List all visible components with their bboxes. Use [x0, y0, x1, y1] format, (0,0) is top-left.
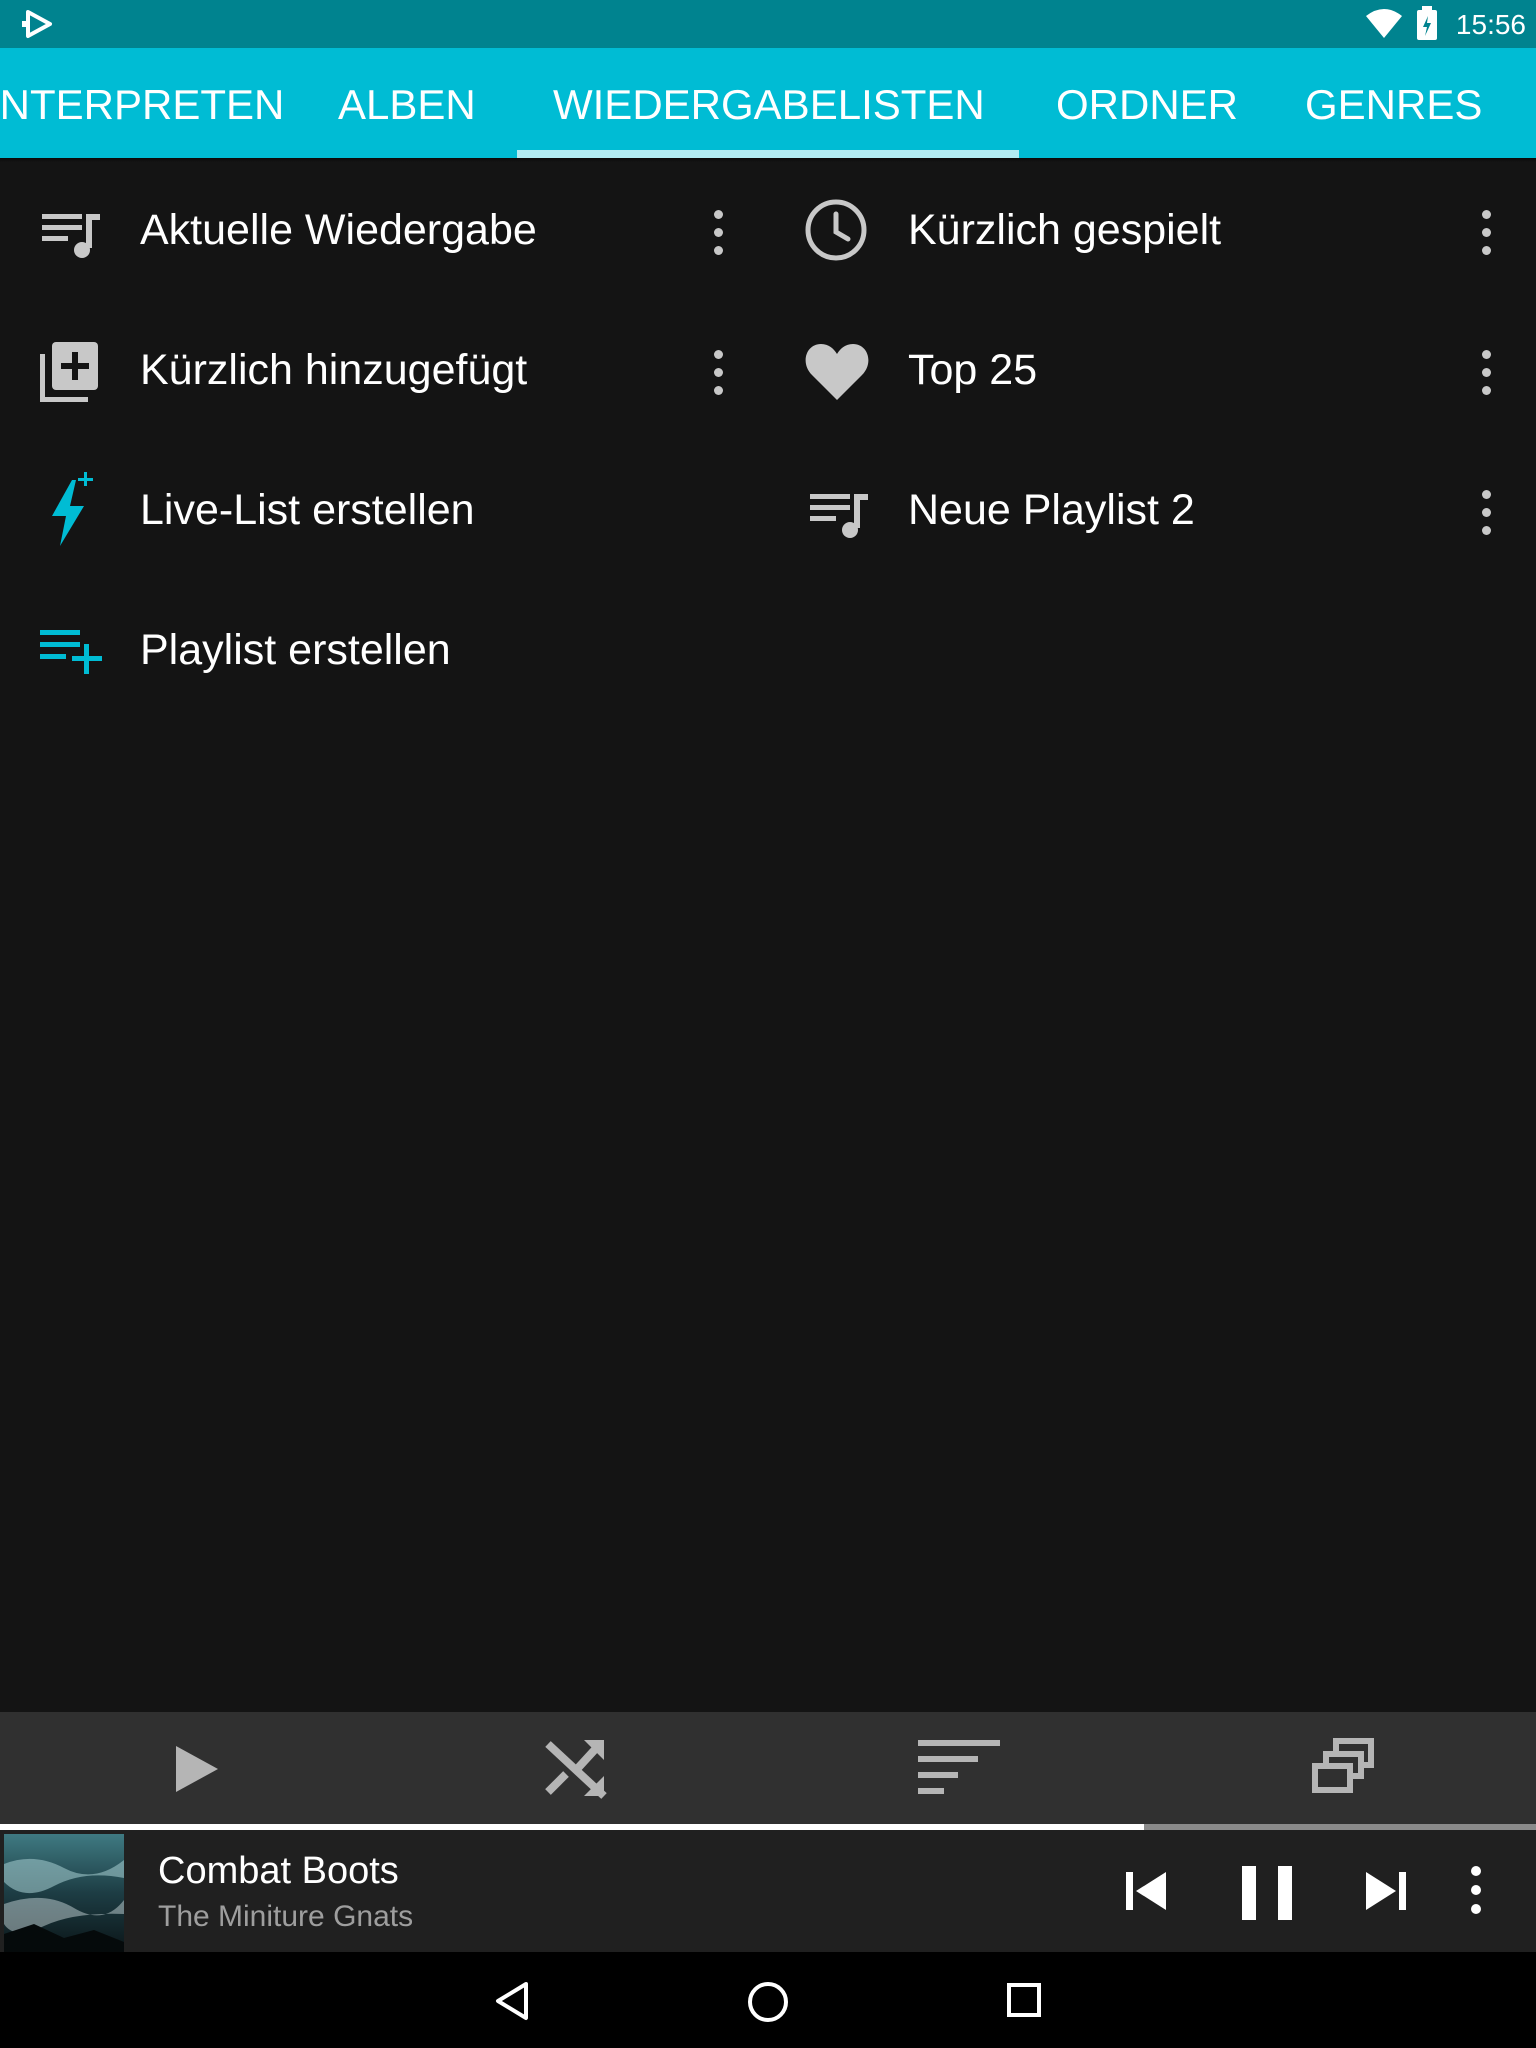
- pause-icon[interactable]: [1240, 1864, 1294, 1922]
- album-art[interactable]: [4, 1834, 124, 1952]
- system-navigation-bar: [0, 1952, 1536, 2048]
- playlist-item-aktuelle-wiedergabe[interactable]: Aktuelle Wiedergabe: [0, 162, 768, 302]
- skip-next-icon[interactable]: [1364, 1870, 1408, 1912]
- playlist-label: Playlist erstellen: [140, 626, 451, 674]
- tab-genres[interactable]: GENRES: [1305, 48, 1482, 158]
- tab-alben[interactable]: ALBEN: [338, 48, 476, 158]
- status-time: 15:56: [1455, 9, 1526, 40]
- playlist-item-live-list-erstellen[interactable]: Live-List erstellen: [0, 442, 768, 582]
- bottom-toolbar: [0, 1712, 1536, 1824]
- wifi-icon: [1366, 9, 1402, 38]
- tab-selection-indicator: [517, 150, 1019, 158]
- playlist-label: Kürzlich gespielt: [908, 206, 1222, 254]
- overflow-menu-icon[interactable]: [1476, 210, 1496, 260]
- overflow-menu-icon[interactable]: [708, 210, 728, 260]
- playlist-item-kuerzlich-gespielt[interactable]: Kürzlich gespielt: [768, 162, 1536, 302]
- tab-ordner[interactable]: ORDNER: [1056, 48, 1238, 158]
- playlist-label: Live-List erstellen: [140, 486, 475, 534]
- album-art-image: [4, 1834, 124, 1952]
- clock-icon: [805, 199, 867, 261]
- playlist-label: Aktuelle Wiedergabe: [140, 206, 537, 254]
- queue-music-icon: [810, 494, 868, 538]
- play-icon[interactable]: [174, 1744, 220, 1794]
- library-add-icon: [40, 342, 98, 402]
- playlist-item-neue-playlist-2[interactable]: Neue Playlist 2: [768, 442, 1536, 582]
- overflow-menu-icon[interactable]: [1476, 350, 1496, 400]
- heart-icon: [805, 344, 869, 400]
- recents-icon[interactable]: [1006, 1982, 1042, 2018]
- playlist-item-kuerzlich-hinzugefuegt[interactable]: Kürzlich hinzugefügt: [0, 302, 768, 442]
- shuffle-icon[interactable]: [544, 1736, 608, 1800]
- status-bar: 15:56: [0, 0, 1536, 48]
- overflow-menu-icon[interactable]: [1476, 490, 1496, 540]
- playlist-label: Top 25: [908, 346, 1038, 394]
- tab-bar: INTERPRETEN ALBEN WIEDERGABELISTEN ORDNE…: [0, 48, 1536, 158]
- queue-music-icon: [42, 214, 100, 258]
- sort-icon[interactable]: [916, 1738, 1002, 1798]
- skip-previous-icon[interactable]: [1124, 1870, 1168, 1912]
- playlist-item-top-25[interactable]: Top 25: [768, 302, 1536, 442]
- song-artist: The Miniture Gnats: [158, 1900, 414, 1933]
- overflow-menu-icon[interactable]: [708, 350, 728, 400]
- multi-select-icon[interactable]: [1312, 1738, 1374, 1794]
- battery-icon: [1417, 6, 1437, 40]
- back-icon[interactable]: [494, 1980, 530, 2022]
- now-playing-more-icon[interactable]: [1466, 1866, 1486, 1916]
- tab-wiedergabelisten[interactable]: WIEDERGABELISTEN: [553, 48, 985, 158]
- home-icon[interactable]: [746, 1980, 790, 2024]
- song-title: Combat Boots: [158, 1850, 399, 1892]
- play-store-notification-icon: [22, 10, 52, 38]
- tab-interpreten[interactable]: INTERPRETEN: [0, 48, 284, 158]
- playlist-add-icon: [40, 630, 102, 674]
- playlist-item-playlist-erstellen[interactable]: Playlist erstellen: [0, 582, 768, 722]
- playlist-label: Kürzlich hinzugefügt: [140, 346, 528, 394]
- lightning-add-icon: [52, 472, 93, 546]
- playlist-label: Neue Playlist 2: [908, 486, 1195, 534]
